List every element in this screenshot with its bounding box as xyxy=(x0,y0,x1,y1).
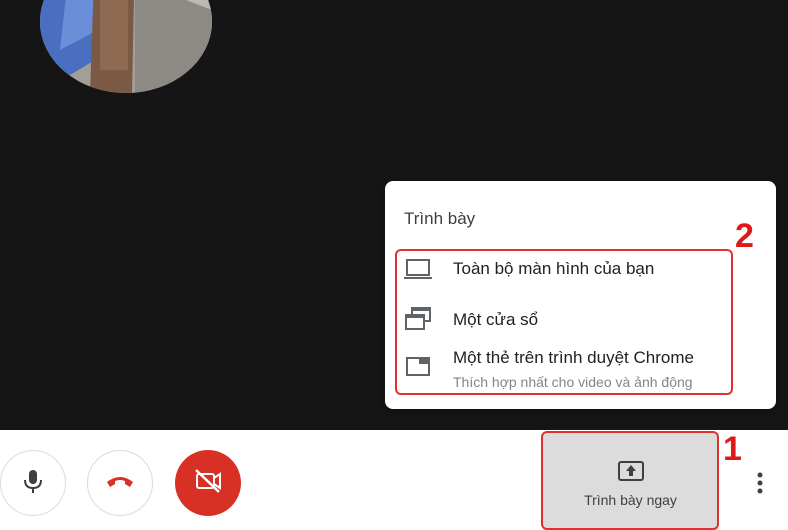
more-options-button[interactable] xyxy=(750,470,770,498)
annotation-box-present-options xyxy=(395,249,733,395)
more-vertical-icon xyxy=(750,472,770,502)
leave-call-button[interactable] xyxy=(87,450,153,516)
annotation-step-2: 2 xyxy=(735,217,754,255)
annotation-box-present-button xyxy=(541,431,719,530)
microphone-icon xyxy=(22,468,44,499)
present-menu-title: Trình bày xyxy=(404,209,476,228)
participant-avatar xyxy=(40,0,212,93)
microphone-button[interactable] xyxy=(0,450,66,516)
camera-toggle-button[interactable] xyxy=(175,450,241,516)
phone-hangup-icon xyxy=(105,473,135,494)
annotation-step-1: 1 xyxy=(723,430,742,468)
camera-off-icon xyxy=(193,468,223,499)
